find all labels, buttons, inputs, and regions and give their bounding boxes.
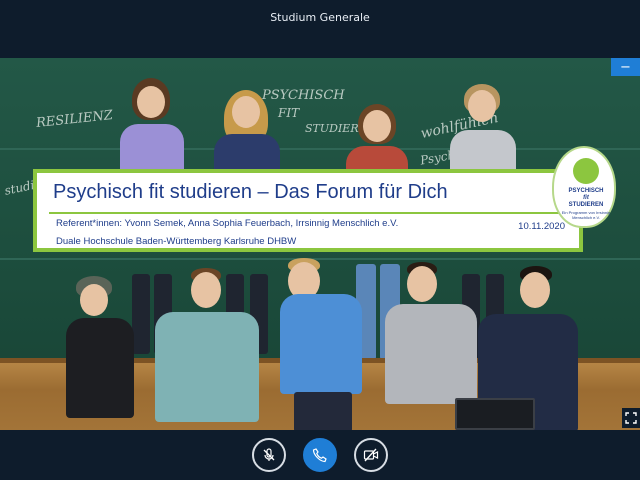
chalk-word: FIT — [278, 106, 300, 120]
desk-monitor — [455, 398, 535, 430]
call-controls — [0, 430, 640, 480]
expand-icon — [625, 412, 637, 424]
chalk-word: STUDIER — [305, 122, 359, 135]
minimize-presentation-button[interactable]: − — [611, 58, 640, 76]
banner-divider — [49, 212, 567, 214]
slide-date: 10.11.2020 — [518, 221, 565, 232]
shared-presentation: RESILIENZ PSYCHISCH FIT STUDIER wohlfühl… — [0, 58, 640, 430]
window-title: Studium Generale — [270, 10, 370, 24]
board-divider — [0, 258, 640, 260]
logo-text: PSYCHISCH — [568, 188, 604, 194]
logo-text: Ein Programm von Irrsinnig Menschlich e.… — [561, 210, 611, 220]
phone-icon — [312, 448, 327, 463]
microphone-muted-icon — [263, 448, 275, 461]
slide-speakers: Referent*innen: Yvonn Semek, Anna Sophia… — [56, 218, 399, 229]
logo-text: fit — [583, 195, 589, 201]
smiley-logo-icon — [573, 158, 599, 184]
leave-call-button[interactable] — [303, 438, 337, 472]
presentation-banner: Psychisch fit studieren – Das Forum für … — [33, 169, 583, 252]
conference-window: Studium Generale RESILIENZ PSYCHISCH FIT… — [0, 0, 640, 480]
mute-button[interactable] — [252, 438, 286, 472]
fullscreen-button[interactable] — [622, 408, 640, 428]
chalk-word: PSYCHISCH — [262, 88, 345, 103]
psychisch-fit-logo: PSYCHISCH fit STUDIEREN Ein Programm von… — [552, 146, 616, 228]
slide-institution: Duale Hochschule Baden-Württemberg Karls… — [56, 236, 297, 247]
video-button[interactable] — [354, 438, 388, 472]
slide-title: Psychisch fit studieren – Das Forum für … — [53, 181, 448, 203]
camera-off-icon — [363, 448, 379, 462]
logo-text: STUDIEREN — [568, 202, 604, 208]
board-divider — [0, 148, 640, 150]
